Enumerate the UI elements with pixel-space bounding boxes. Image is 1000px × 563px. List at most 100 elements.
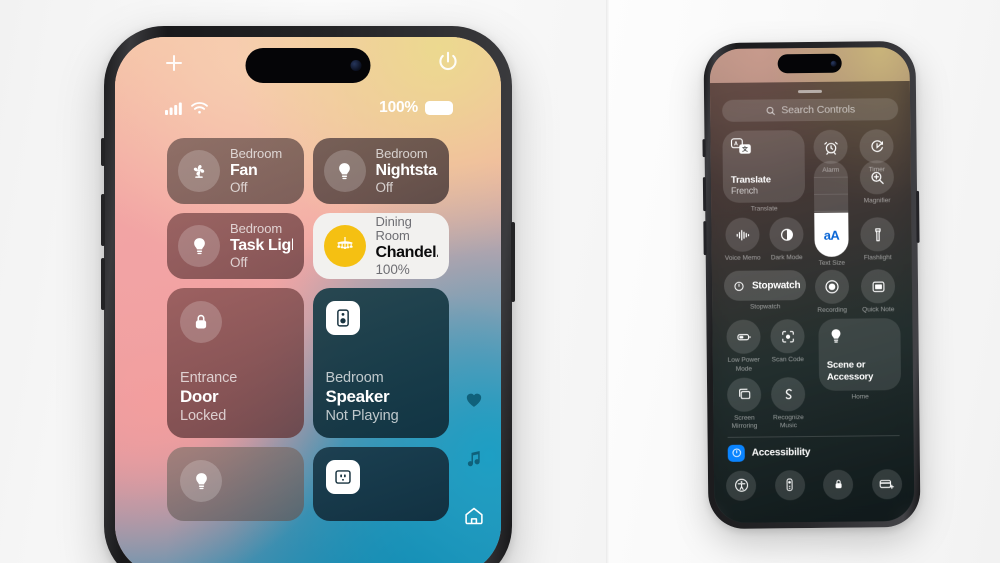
text-size-column: aA Text Size — [811, 160, 852, 269]
speaker-icon — [325, 301, 360, 335]
control-timer[interactable] — [859, 129, 894, 164]
lightbulb-icon — [826, 327, 892, 347]
accessory-room: Bedroom — [325, 369, 384, 386]
home-icon[interactable] — [463, 505, 485, 527]
slider-ticks — [813, 160, 849, 213]
lock-icon[interactable] — [823, 469, 854, 500]
drag-handle[interactable] — [797, 89, 822, 94]
dark-mode-label: Dark Mode — [770, 254, 803, 262]
translate-language: French — [730, 185, 758, 196]
recording-label: Recording — [817, 306, 848, 315]
volume-up-button[interactable] — [702, 177, 707, 212]
accessibility-row[interactable]: Accessibility — [726, 443, 902, 462]
accessory-tile-text: Bedroom Task Light Off — [230, 222, 293, 270]
control-screen-mirroring[interactable] — [726, 377, 762, 412]
home-category-sidebar — [455, 389, 493, 563]
side-button[interactable] — [511, 222, 515, 302]
lock-icon — [180, 301, 222, 343]
accessory-tile-chandelier[interactable]: Dining Room Chandel... 100% — [312, 213, 449, 279]
lightbulb-icon — [178, 225, 220, 267]
volume-down-button[interactable] — [703, 221, 707, 256]
plus-icon[interactable] — [162, 51, 186, 75]
accessory-state: Locked — [180, 407, 227, 424]
volume-down-button[interactable] — [101, 258, 105, 310]
silent-switch[interactable] — [101, 138, 105, 166]
control-translate[interactable]: A 文 Translate French — [722, 130, 806, 203]
accessory-room: Bedroom — [375, 146, 428, 162]
control-row-3: Stopwatch Stopwatch Recording Quick Note — [723, 269, 900, 316]
control-recognize-music[interactable] — [770, 376, 806, 412]
accessibility-person-icon[interactable] — [725, 470, 757, 501]
text-size-icon: aA — [823, 227, 840, 243]
control-alarm[interactable] — [813, 129, 848, 164]
accessory-room: Bedroom — [230, 146, 283, 162]
control-voice-memo[interactable] — [725, 217, 760, 253]
stopwatch-title: Stopwatch — [751, 279, 801, 292]
cellular-signal-icon — [165, 101, 185, 115]
iphone-right-screen: Search Controls A 文 Translate French Tra… — [709, 46, 915, 524]
side-button[interactable] — [916, 190, 920, 243]
quick-note-column: Quick Note — [858, 269, 898, 315]
control-center-bottom-row — [725, 468, 903, 501]
heart-icon[interactable] — [463, 389, 485, 411]
accessory-name: Door — [180, 387, 219, 407]
accessibility-label: Accessibility — [751, 446, 811, 459]
control-text-size-slider[interactable]: aA — [813, 160, 849, 258]
search-input[interactable]: Search Controls — [722, 98, 899, 122]
control-magnifier[interactable] — [859, 160, 895, 195]
silent-switch[interactable] — [702, 139, 706, 158]
accessory-tile-door[interactable]: Entrance Door Locked — [167, 288, 304, 438]
control-quick-note[interactable] — [860, 269, 896, 304]
accessory-tile-fan[interactable]: Bedroom Fan Off — [167, 138, 304, 204]
control-low-power-mode[interactable] — [726, 319, 761, 355]
accessory-tile-text: Dining Room Chandel... 100% — [375, 214, 439, 277]
section-divider — [727, 434, 900, 438]
search-placeholder: Search Controls — [781, 103, 856, 117]
control-dark-mode[interactable] — [769, 217, 804, 252]
accessory-tile-text: Bedroom Nightsta... Off — [376, 147, 439, 195]
text-size-label: Text Size — [818, 259, 845, 268]
add-card-icon[interactable] — [871, 468, 903, 500]
dynamic-island — [777, 53, 842, 74]
accessory-tile-speaker[interactable]: Bedroom Speaker Not Playing — [312, 288, 449, 438]
recording-column: Recording — [812, 269, 852, 316]
iphone-left-screen: 100% Bedroom Fan Off Bedroom Nightsta Of… — [115, 37, 501, 563]
control-scene-or-accessory[interactable]: Scene or Accessory — [818, 318, 902, 392]
home-accessory-grid: Bedroom Fan Off Bedroom Nightsta... — [167, 138, 449, 521]
outlet-icon — [325, 460, 360, 494]
accessory-room: Bedroom — [230, 221, 283, 237]
accessory-tile-partial-light[interactable] — [167, 447, 304, 521]
translate-icon: A 文 — [730, 137, 796, 158]
accessory-tile-nightstand[interactable]: Bedroom Nightsta... Off — [312, 138, 449, 204]
scan-code-wrap: Scan Code — [768, 319, 807, 373]
recognize-music-wrap: Recognize Music — [769, 376, 808, 431]
stopwatch-caption: Stopwatch — [750, 303, 781, 311]
accessory-tile-partial-outlet[interactable] — [312, 447, 449, 521]
volume-up-button[interactable] — [101, 194, 105, 246]
translate-title: Translate — [730, 174, 771, 186]
control-recording[interactable] — [814, 269, 850, 305]
wifi-icon — [190, 101, 209, 115]
control-flashlight[interactable] — [860, 217, 895, 252]
remote-icon[interactable] — [774, 469, 805, 501]
lightbulb-icon — [180, 460, 222, 502]
control-scan-code[interactable] — [770, 319, 805, 354]
home-app-header — [115, 37, 501, 83]
utility-row-a: Low Power Mode Scan Code — [724, 319, 807, 373]
accessory-state: 100% — [375, 261, 410, 277]
iphone-right-device: Search Controls A 文 Translate French Tra… — [702, 40, 921, 530]
search-icon — [765, 105, 776, 116]
recognize-music-label: Recognize Music — [772, 413, 804, 430]
accessory-tile-task-light[interactable]: Bedroom Task Light Off — [167, 213, 304, 279]
accessory-tile-text: Entrance Door Locked — [180, 370, 291, 425]
fan-icon — [178, 150, 220, 192]
power-icon[interactable] — [435, 49, 461, 75]
voice-memo-wrap: Voice Memo — [723, 217, 761, 264]
accessory-state: Off — [230, 254, 248, 270]
stopwatch-icon — [732, 279, 746, 293]
voice-dark-group: Voice Memo Dark Mode — [723, 217, 805, 263]
control-center-grid: A 文 Translate French Translate Alarm Tim… — [722, 129, 903, 501]
music-icon[interactable] — [463, 447, 485, 469]
control-row-4: Low Power Mode Scan Code Screen Mirrorin… — [724, 318, 902, 431]
control-stopwatch[interactable]: Stopwatch — [723, 270, 807, 302]
